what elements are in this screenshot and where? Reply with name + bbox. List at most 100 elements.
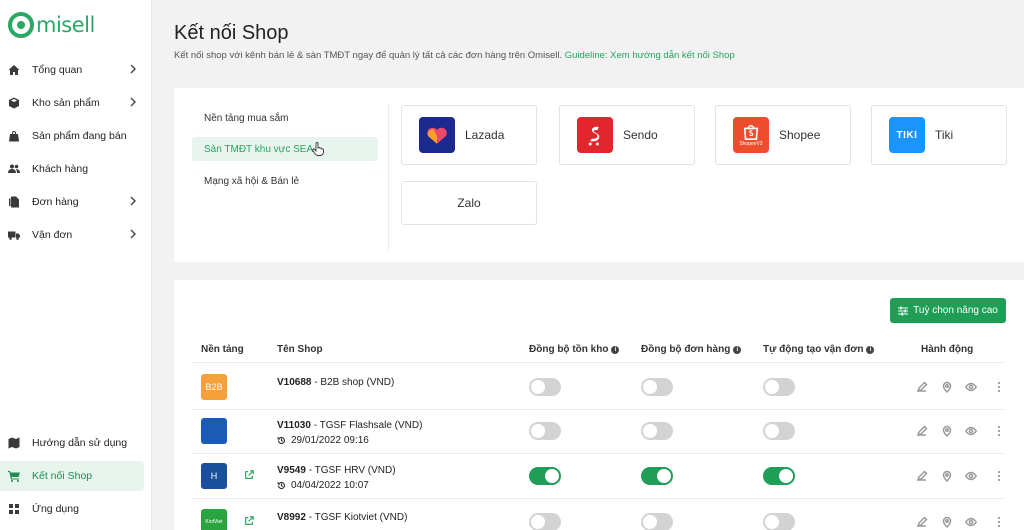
platform-name: Zalo (457, 196, 481, 210)
platform-logo-icon: B2B (201, 374, 227, 400)
info-icon[interactable]: i (866, 345, 875, 354)
shop-code: V8992 (277, 512, 306, 523)
location-pin-button[interactable] (941, 425, 953, 438)
sliders-icon (898, 306, 909, 315)
info-icon[interactable]: i (733, 345, 742, 354)
advanced-options-button[interactable]: Tuỳ chọn nâng cao (890, 298, 1006, 323)
sidebar: misell Tổng quan Kho sản phẩm Sản phẩm đ… (0, 0, 152, 530)
sidebar-item-apps[interactable]: Ứng dụng (0, 494, 144, 524)
toggle-auto-waybill[interactable] (763, 467, 795, 485)
chevron-right-icon (130, 64, 136, 74)
category-social-retail[interactable]: Mạng xã hội & Bán lẻ (192, 169, 378, 193)
toggle-sync-stock[interactable] (529, 422, 561, 440)
platform-card-zalo[interactable]: Zalo (401, 181, 537, 225)
eye-button[interactable] (964, 381, 978, 393)
location-pin-icon (942, 381, 952, 394)
edit-button[interactable] (916, 381, 928, 393)
sync-date-text: 29/01/2022 09:16 (291, 435, 369, 446)
sidebar-item-shipping[interactable]: Vận đơn (0, 220, 144, 250)
toggle-sync-orders[interactable] (641, 422, 673, 440)
col-header-sync-stock: Đồng bộ tồn kho i (529, 344, 620, 355)
more-options-button[interactable] (997, 381, 1001, 393)
col-header-label: Tự động tạo vận đơn (763, 344, 864, 355)
header-divider (192, 362, 1006, 363)
sidebar-item-label: Sản phẩm đang bán (32, 130, 127, 142)
chevron-right-icon (130, 229, 136, 239)
external-link-icon[interactable] (244, 470, 254, 480)
row-divider (192, 498, 1006, 499)
toggle-sync-stock[interactable] (529, 378, 561, 396)
row-divider (192, 453, 1006, 454)
toggle-auto-waybill[interactable] (763, 513, 795, 530)
more-options-button[interactable] (997, 470, 1001, 482)
logo-text: misell (36, 13, 95, 37)
users-icon (7, 163, 20, 176)
eye-button[interactable] (964, 470, 978, 482)
table-row: KiotViet V8992 - TGSF Kiotviet (VND) (174, 501, 1024, 530)
toggle-auto-waybill[interactable] (763, 422, 795, 440)
eye-icon (964, 426, 978, 436)
platform-logo-icon: KiotViet (201, 509, 227, 530)
sync-date-text: 04/04/2022 10:07 (291, 480, 369, 491)
shop-code: V11030 (277, 420, 311, 431)
bag-icon (7, 130, 20, 143)
platform-card-sendo[interactable]: Sendo (559, 105, 695, 165)
toggle-sync-stock[interactable] (529, 513, 561, 530)
col-header-actions: Hành động (921, 344, 974, 355)
sidebar-item-inventory[interactable]: Kho sản phẩm (0, 88, 144, 118)
col-header-label: Đồng bộ đơn hàng (641, 344, 731, 355)
shop-label: - B2B shop (VND) (311, 377, 395, 388)
omisell-logo[interactable]: misell (8, 12, 95, 38)
chevron-right-icon (130, 97, 136, 107)
location-pin-icon (942, 470, 952, 483)
shop-name: V10688 - B2B shop (VND) (277, 377, 394, 388)
logo-mark-icon (8, 12, 34, 38)
advanced-options-label: Tuỳ chọn nâng cao (913, 305, 998, 316)
sidebar-item-user-guide[interactable]: Hướng dẫn sử dụng (0, 428, 144, 458)
sidebar-item-overview[interactable]: Tổng quan (0, 55, 144, 85)
sidebar-item-connect-shop[interactable]: Kết nối Shop (0, 461, 144, 491)
eye-button[interactable] (964, 425, 978, 437)
sidebar-item-label: Kho sản phẩm (32, 97, 100, 109)
shop-name: V9549 - TGSF HRV (VND) (277, 465, 396, 476)
sidebar-item-orders[interactable]: Đơn hàng (0, 187, 144, 217)
location-pin-button[interactable] (941, 381, 953, 394)
platform-logo-icon (201, 418, 227, 444)
home-icon (7, 64, 20, 77)
platform-card-shopee[interactable]: ShopeeV2 Shopee (715, 105, 851, 165)
more-options-button[interactable] (997, 425, 1001, 437)
guideline-link[interactable]: Guideline: Xem hướng dẫn kết nối Shop (565, 50, 735, 61)
toggle-sync-stock[interactable] (529, 467, 561, 485)
location-pin-button[interactable] (941, 516, 953, 529)
category-sea-marketplace[interactable]: Sàn TMĐT khu vực SEA (192, 137, 378, 161)
edit-button[interactable] (916, 516, 928, 528)
toggle-auto-waybill[interactable] (763, 378, 795, 396)
location-pin-button[interactable] (941, 470, 953, 483)
toggle-sync-orders[interactable] (641, 467, 673, 485)
toggle-sync-orders[interactable] (641, 513, 673, 530)
toggle-sync-orders[interactable] (641, 378, 673, 396)
platform-card-lazada[interactable]: Lazada (401, 105, 537, 165)
history-icon (277, 437, 286, 445)
more-options-button[interactable] (997, 516, 1001, 528)
info-icon[interactable]: i (611, 345, 620, 354)
sidebar-item-customers[interactable]: Khách hàng (0, 154, 144, 184)
eye-button[interactable] (964, 516, 978, 528)
shopee-v2-label: ShopeeV2 (739, 141, 763, 147)
sendo-logo-icon (577, 117, 613, 153)
table-row: B2B V10688 - B2B shop (VND) (174, 366, 1024, 410)
connected-shops-panel: Tuỳ chọn nâng cao Nền tảng Tên Shop Đồng… (174, 280, 1024, 530)
col-header-label: Đồng bộ tồn kho (529, 344, 609, 355)
platform-name: Lazada (465, 128, 505, 142)
platform-card-tiki[interactable]: TIKI Tiki (871, 105, 1007, 165)
grid-icon (7, 503, 20, 516)
map-icon (7, 437, 20, 450)
external-link-icon[interactable] (244, 516, 254, 526)
edit-button[interactable] (916, 470, 928, 482)
edit-button[interactable] (916, 425, 928, 437)
sidebar-item-selling-products[interactable]: Sản phẩm đang bán (0, 121, 144, 151)
col-header-shop-name: Tên Shop (277, 344, 323, 355)
document-icon (7, 196, 20, 209)
sidebar-item-label: Vận đơn (32, 229, 73, 241)
category-shopping-platform[interactable]: Nền tảng mua sắm (192, 106, 378, 130)
